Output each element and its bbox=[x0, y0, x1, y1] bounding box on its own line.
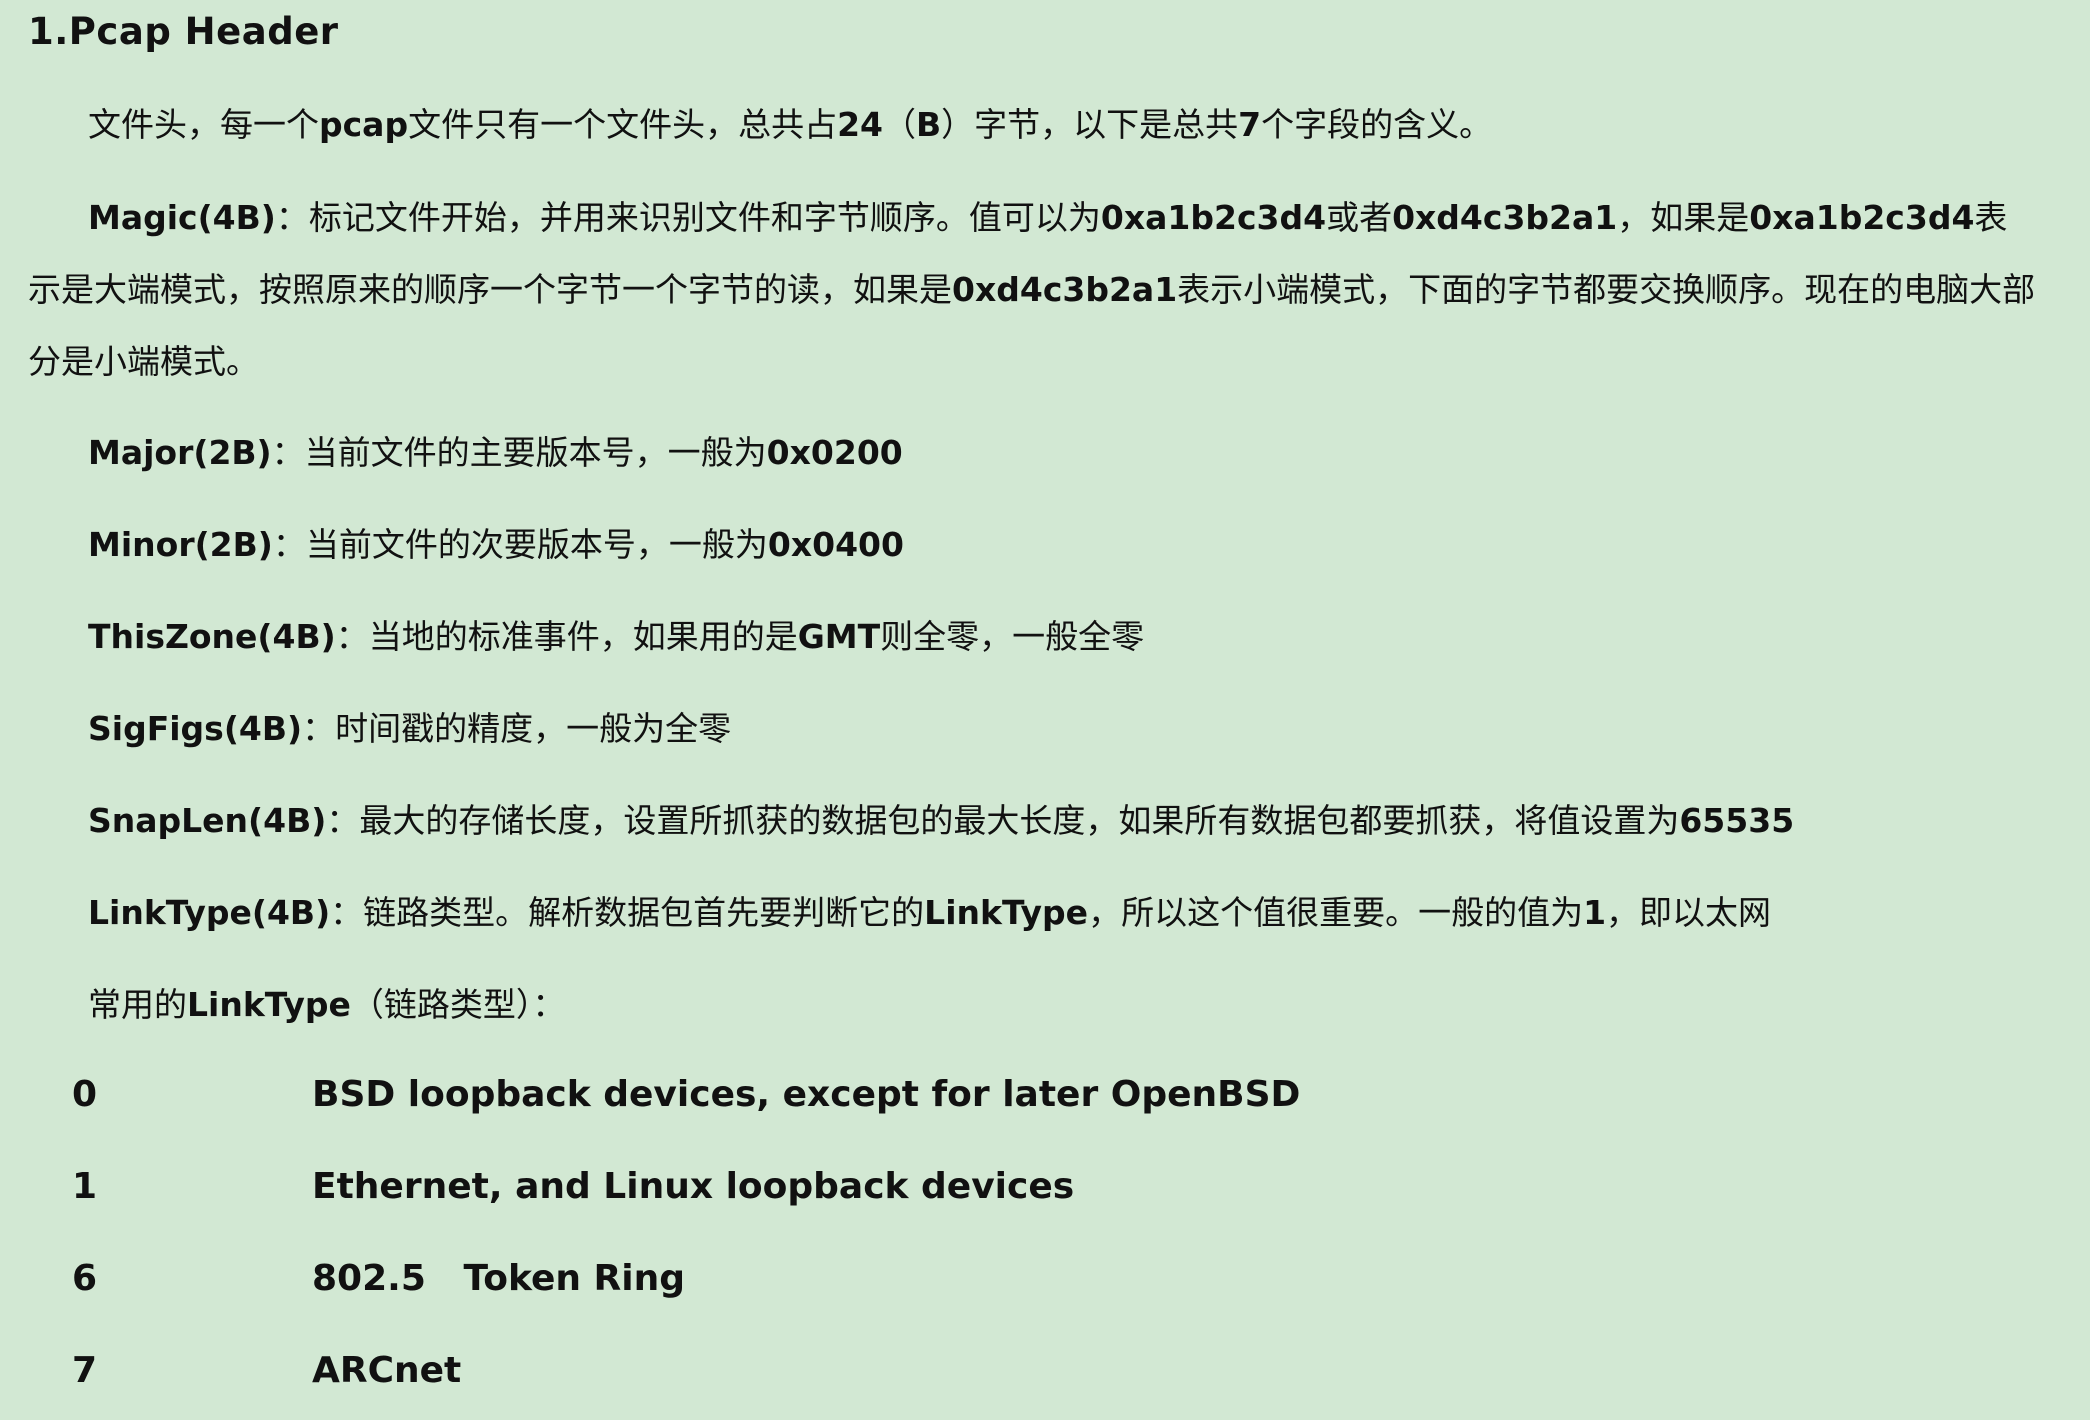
magic-text: ，如果是 bbox=[1617, 198, 1750, 237]
intro-paragraph: 文件头，每一个pcap文件只有一个文件头，总共占24（B）字节，以下是总共7个字… bbox=[88, 102, 1492, 148]
section-heading: 1.Pcap Header bbox=[28, 10, 339, 53]
linktype-code: 0 bbox=[72, 1074, 98, 1115]
sigfigs-text: ：时间戳的精度，一般为全零 bbox=[302, 709, 732, 748]
document-page: 1.Pcap Header 文件头，每一个pcap文件只有一个文件头，总共占24… bbox=[0, 0, 2090, 1420]
field-term-minor: Minor(2B) bbox=[88, 525, 273, 564]
thiszone-text: 则全零，一般全零 bbox=[880, 617, 1145, 656]
linktype-bold: 1 bbox=[1583, 893, 1607, 932]
field-term-major: Major(2B) bbox=[88, 433, 272, 472]
thiszone-paragraph: ThisZone(4B)：当地的标准事件，如果用的是GMT则全零，一般全零 bbox=[88, 614, 1144, 660]
linktype-paragraph: LinkType(4B)：链路类型。解析数据包首先要判断它的LinkType，所… bbox=[88, 890, 1771, 936]
major-paragraph: Major(2B)：当前文件的主要版本号，一般为0x0200 bbox=[88, 430, 903, 476]
field-term-thiszone: ThisZone(4B) bbox=[88, 617, 336, 656]
intro-bold: 24 bbox=[837, 105, 884, 144]
magic-paragraph: Magic(4B)：标记文件开始，并用来识别文件和字节顺序。值可以为0xa1b2… bbox=[28, 182, 2038, 398]
field-term-snaplen: SnapLen(4B) bbox=[88, 801, 327, 840]
magic-text: ：标记文件开始，并用来识别文件和字节顺序。值可以为 bbox=[275, 198, 1101, 237]
linktype-row: 1 Ethernet, and Linux loopback devices bbox=[72, 1166, 1074, 1207]
magic-text: 或者 bbox=[1326, 198, 1393, 237]
intro-text: 文件头，每一个 bbox=[88, 105, 319, 144]
field-term-magic: Magic(4B) bbox=[88, 198, 276, 237]
intro-bold: B bbox=[916, 105, 942, 144]
linktype-code: 7 bbox=[72, 1350, 98, 1391]
intro-text: （ bbox=[883, 105, 917, 144]
snaplen-paragraph: SnapLen(4B)：最大的存储长度，设置所抓获的数据包的最大长度，如果所有数… bbox=[88, 798, 1794, 844]
linktype-desc: ARCnet bbox=[312, 1350, 462, 1391]
linktype-desc: 802.5 Token Ring bbox=[312, 1258, 685, 1299]
linktype-text: ，即以太网 bbox=[1606, 893, 1772, 932]
major-text: ：当前文件的主要版本号，一般为 bbox=[271, 433, 767, 472]
snaplen-text: ：最大的存储长度，设置所抓获的数据包的最大长度，如果所有数据包都要抓获，将值设置… bbox=[326, 801, 1680, 840]
magic-bold: 0xa1b2c3d4 bbox=[1749, 198, 1975, 237]
intro-bold: pcap bbox=[319, 105, 409, 144]
linktype-text: ，所以这个值很重要。一般的值为 bbox=[1088, 893, 1584, 932]
common-text: 常用的 bbox=[88, 985, 187, 1024]
linktype-desc: BSD loopback devices, except for later O… bbox=[312, 1074, 1301, 1115]
intro-text: 文件只有一个文件头，总共占 bbox=[408, 105, 838, 144]
thiszone-bold: GMT bbox=[797, 617, 881, 656]
linktype-row: 6 802.5 Token Ring bbox=[72, 1258, 685, 1299]
thiszone-text: ：当地的标准事件，如果用的是 bbox=[335, 617, 798, 656]
snaplen-bold: 65535 bbox=[1679, 801, 1795, 840]
common-bold: LinkType bbox=[187, 985, 351, 1024]
linktype-row: 7 ARCnet bbox=[72, 1350, 461, 1391]
intro-bold: 7 bbox=[1238, 105, 1262, 144]
linktype-code: 1 bbox=[72, 1166, 98, 1207]
magic-bold: 0xa1b2c3d4 bbox=[1100, 198, 1327, 237]
linktype-text: ：链路类型。解析数据包首先要判断它的 bbox=[330, 893, 925, 932]
intro-text: ）字节，以下是总共 bbox=[941, 105, 1239, 144]
minor-text: ：当前文件的次要版本号，一般为 bbox=[272, 525, 768, 564]
major-bold: 0x0200 bbox=[766, 433, 903, 472]
minor-paragraph: Minor(2B)：当前文件的次要版本号，一般为0x0400 bbox=[88, 522, 904, 568]
magic-bold: 0xd4c3b2a1 bbox=[1392, 198, 1618, 237]
field-term-sigfigs: SigFigs(4B) bbox=[88, 709, 303, 748]
sigfigs-paragraph: SigFigs(4B)：时间戳的精度，一般为全零 bbox=[88, 706, 731, 752]
common-text: （链路类型）： bbox=[350, 985, 566, 1024]
linktype-row: 0 BSD loopback devices, except for later … bbox=[72, 1074, 1300, 1115]
intro-text: 个字段的含义。 bbox=[1261, 105, 1493, 144]
field-term-linktype: LinkType(4B) bbox=[88, 893, 331, 932]
linktype-code: 6 bbox=[72, 1258, 98, 1299]
magic-bold: 0xd4c3b2a1 bbox=[952, 270, 1178, 309]
linktype-desc: Ethernet, and Linux loopback devices bbox=[312, 1166, 1075, 1207]
common-linktype-caption: 常用的LinkType（链路类型）： bbox=[88, 982, 565, 1028]
minor-bold: 0x0400 bbox=[767, 525, 904, 564]
linktype-bold: LinkType bbox=[924, 893, 1089, 932]
